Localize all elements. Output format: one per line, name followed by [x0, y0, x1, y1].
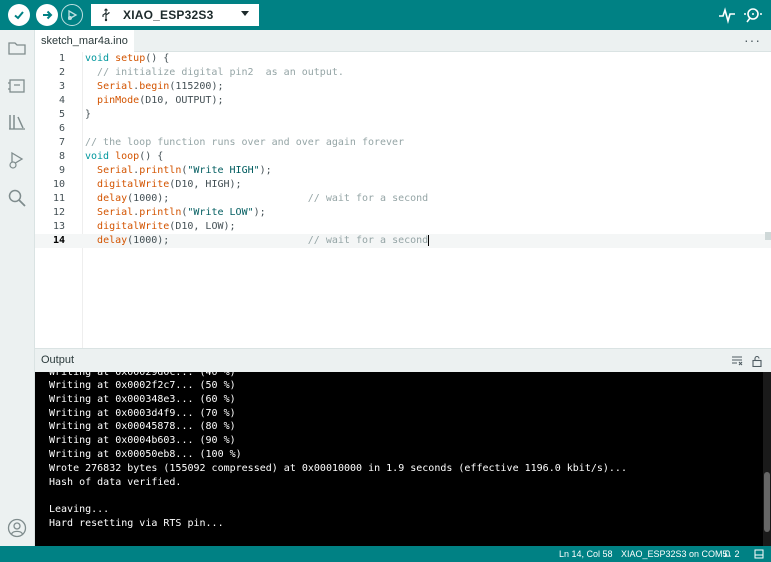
- pulse-icon[interactable]: [718, 6, 736, 24]
- line-number: 14: [52, 235, 65, 246]
- code-text: delay(1000); // wait for a second: [97, 193, 429, 204]
- output-scrollbar[interactable]: [763, 372, 771, 546]
- board-name: XIAO_ESP32S3: [123, 8, 214, 22]
- code-text: Serial.println("Write LOW");: [97, 207, 266, 218]
- sidebar: [0, 30, 35, 546]
- code-line: 1 void setup() {: [35, 52, 771, 66]
- output-line: Writing at 0x00045878... (80 %): [49, 421, 236, 432]
- line-number: 5: [58, 109, 65, 120]
- line-number: 10: [52, 179, 65, 190]
- code-text: void loop() {: [85, 151, 164, 162]
- lock-icon[interactable]: [751, 355, 763, 367]
- account-icon[interactable]: [7, 518, 27, 538]
- code-line: 2 // initialize digital pin2 as an outpu…: [35, 66, 771, 80]
- line-number: 1: [58, 53, 65, 64]
- notification-count: 2: [734, 549, 740, 559]
- output-line: Writing at 0x0002f2c7... (50 %): [49, 380, 236, 391]
- board-selector[interactable]: XIAO_ESP32S3: [91, 4, 259, 26]
- line-number: 13: [52, 221, 65, 232]
- debug-icon[interactable]: [7, 150, 27, 170]
- line-number: 8: [58, 151, 65, 162]
- code-text: void setup() {: [85, 53, 170, 64]
- checkmark-icon: [14, 11, 24, 20]
- line-number: 3: [58, 81, 65, 92]
- code-line: 10 digitalWrite(D10, HIGH);: [35, 178, 771, 192]
- debug-play-icon: [68, 9, 78, 21]
- toolbar: XIAO_ESP32S3: [0, 0, 771, 30]
- code-line: 12 Serial.println("Write LOW");: [35, 206, 771, 220]
- verify-button[interactable]: [8, 4, 30, 26]
- code-line: 6: [35, 122, 771, 136]
- tab-bar: sketch_mar4a.ino ···: [35, 30, 771, 52]
- output-line: Writing at 0x0003d4f9... (70 %): [49, 408, 236, 419]
- output-line: Writing at 0x000348e3... (60 %): [49, 394, 236, 405]
- code-text: // the loop function runs over and over …: [85, 137, 405, 148]
- output-line: Writing at 0x0004b603... (90 %): [49, 435, 236, 446]
- code-text: pinMode(D10, OUTPUT);: [97, 95, 224, 106]
- line-number: 12: [52, 207, 65, 218]
- output-header: Output: [35, 348, 771, 372]
- chevron-down-icon: [241, 11, 249, 16]
- text-cursor: [428, 234, 430, 246]
- line-number: 9: [58, 165, 65, 176]
- code-text: delay(1000); // wait for a second: [97, 234, 430, 246]
- overview-ruler-mark: [765, 232, 771, 240]
- code-text: }: [85, 109, 92, 120]
- folder-icon[interactable]: [7, 38, 27, 58]
- tab-label: sketch_mar4a.ino: [41, 35, 128, 47]
- line-number: 4: [58, 95, 65, 106]
- line-number: 2: [58, 67, 65, 78]
- usb-icon: [102, 8, 110, 22]
- code-line: 11 delay(1000); // wait for a second: [35, 192, 771, 206]
- output-line: Leaving...: [49, 504, 110, 515]
- output-console[interactable]: Writing at 0x00029d0c... (40 %) Writing …: [35, 372, 771, 546]
- code-text: Serial.begin(115200);: [97, 81, 224, 92]
- magnifier-dots-icon[interactable]: [743, 6, 763, 24]
- panel-toggle-icon[interactable]: [754, 549, 764, 559]
- code-line: 5 }: [35, 108, 771, 122]
- debug-button[interactable]: [61, 4, 83, 26]
- board-port[interactable]: XIAO_ESP32S3 on COM5: [621, 549, 728, 559]
- code-text: Serial.println("Write HIGH");: [97, 165, 272, 176]
- board-icon[interactable]: [7, 76, 27, 96]
- code-line: 7 // the loop function runs over and ove…: [35, 136, 771, 150]
- code-line-current: 14 delay(1000); // wait for a second: [35, 234, 771, 248]
- line-number: 11: [52, 193, 65, 204]
- cursor-position[interactable]: Ln 14, Col 58: [559, 549, 613, 559]
- line-number: 6: [58, 123, 65, 134]
- output-line: Wrote 276832 bytes (155092 compressed) a…: [49, 463, 627, 474]
- output-line: Hard resetting via RTS pin...: [49, 518, 224, 529]
- search-icon[interactable]: [7, 188, 27, 208]
- tab-sketch[interactable]: sketch_mar4a.ino: [35, 30, 134, 52]
- status-bar: Ln 14, Col 58 XIAO_ESP32S3 on COM5 2: [0, 546, 771, 562]
- code-text: digitalWrite(D10, LOW);: [97, 221, 236, 232]
- code-editor[interactable]: 1 void setup() { 2 // initialize digital…: [35, 52, 771, 348]
- output-line: Writing at 0x00050eb8... (100 %): [49, 449, 242, 460]
- scrollbar-thumb[interactable]: [764, 472, 770, 532]
- code-line: 8 void loop() {: [35, 150, 771, 164]
- output-line: Hash of data verified.: [49, 477, 182, 488]
- code-line: 3 Serial.begin(115200);: [35, 80, 771, 94]
- output-title: Output: [41, 354, 75, 366]
- clear-output-icon[interactable]: [731, 355, 743, 367]
- code-line: 4 pinMode(D10, OUTPUT);: [35, 94, 771, 108]
- code-line: 13 digitalWrite(D10, LOW);: [35, 220, 771, 234]
- code-line: 9 Serial.println("Write HIGH");: [35, 164, 771, 178]
- code-text: digitalWrite(D10, HIGH);: [97, 179, 242, 190]
- notifications[interactable]: 2: [723, 549, 740, 559]
- code-text: // initialize digital pin2 as an output.: [97, 67, 344, 78]
- more-options-icon[interactable]: ···: [744, 32, 761, 48]
- upload-button[interactable]: [36, 4, 58, 26]
- arrow-right-icon: [43, 10, 53, 20]
- line-number: 7: [58, 137, 65, 148]
- bell-icon: [723, 550, 732, 557]
- library-icon[interactable]: [7, 112, 27, 132]
